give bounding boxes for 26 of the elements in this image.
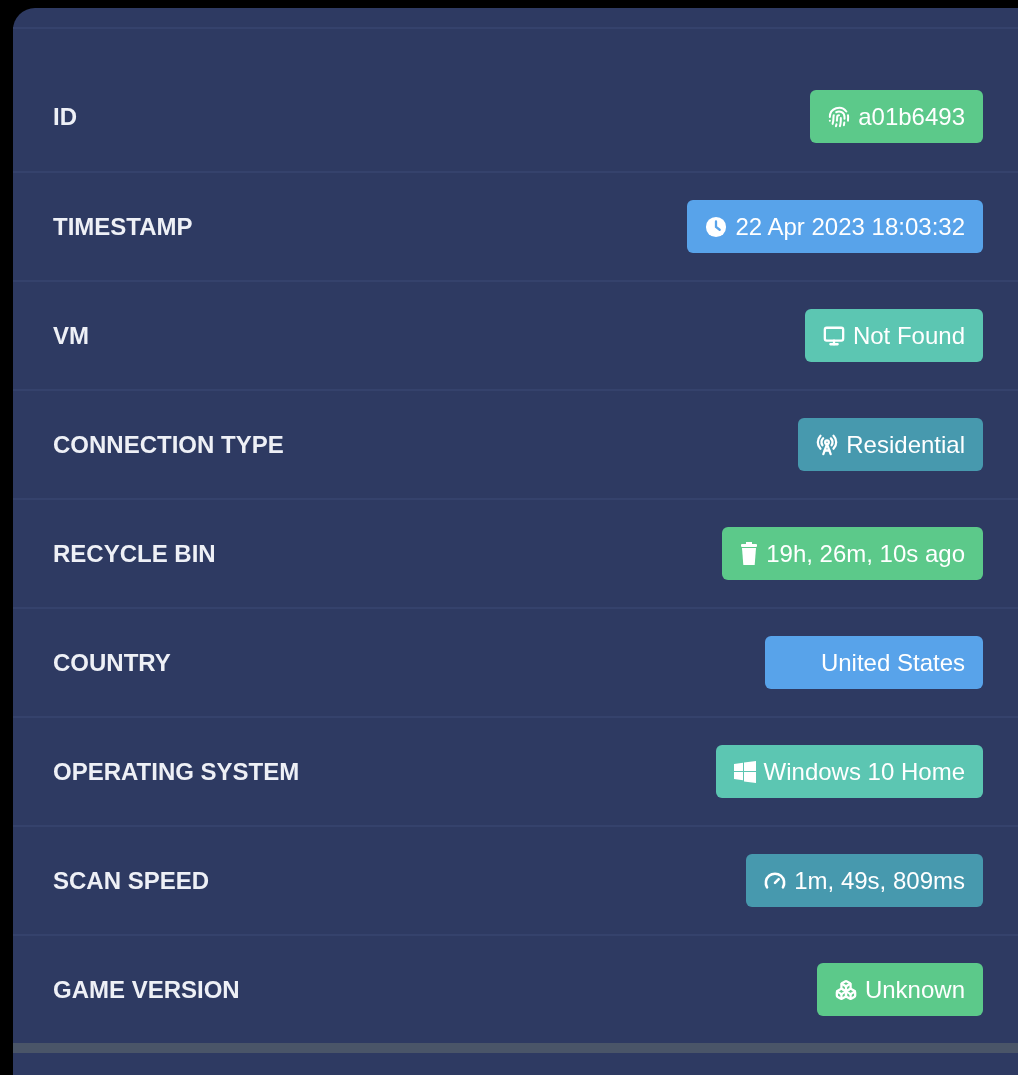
row-label: COUNTRY (53, 647, 171, 678)
value-badge: a01b6493 (810, 90, 983, 143)
boxes-icon (834, 978, 857, 1001)
trash-icon (740, 541, 759, 566)
row-label: CONNECTION TYPE (53, 429, 284, 460)
value-badge: 19h, 26m, 10s ago (722, 527, 983, 580)
value-badge: Not Found (804, 309, 983, 362)
windows-icon (733, 760, 756, 783)
row-label: ID (53, 101, 77, 132)
row-label: GAME VERSION (53, 974, 240, 1005)
value-badge: Windows 10 Home (715, 745, 983, 798)
value-badge: Residential (798, 418, 983, 471)
radio-tower-icon (816, 433, 839, 456)
monitor-icon (822, 324, 845, 347)
clock-icon (705, 215, 728, 238)
gauge-icon (764, 869, 787, 892)
value-badge: 22 Apr 2023 18:03:32 (687, 200, 983, 253)
row-label: TIMESTAMP (53, 211, 193, 242)
row-label: SCAN SPEED (53, 865, 210, 896)
value-badge: United States (764, 636, 983, 689)
value-badge: Unknown (816, 963, 983, 1016)
value-badge: 1m, 49s, 809ms (746, 854, 983, 907)
fingerprint-icon (828, 105, 851, 128)
row-label: VM (53, 320, 89, 351)
row-label: RECYCLE BIN (53, 538, 216, 569)
row-label: OPERATING SYSTEM (53, 756, 300, 787)
